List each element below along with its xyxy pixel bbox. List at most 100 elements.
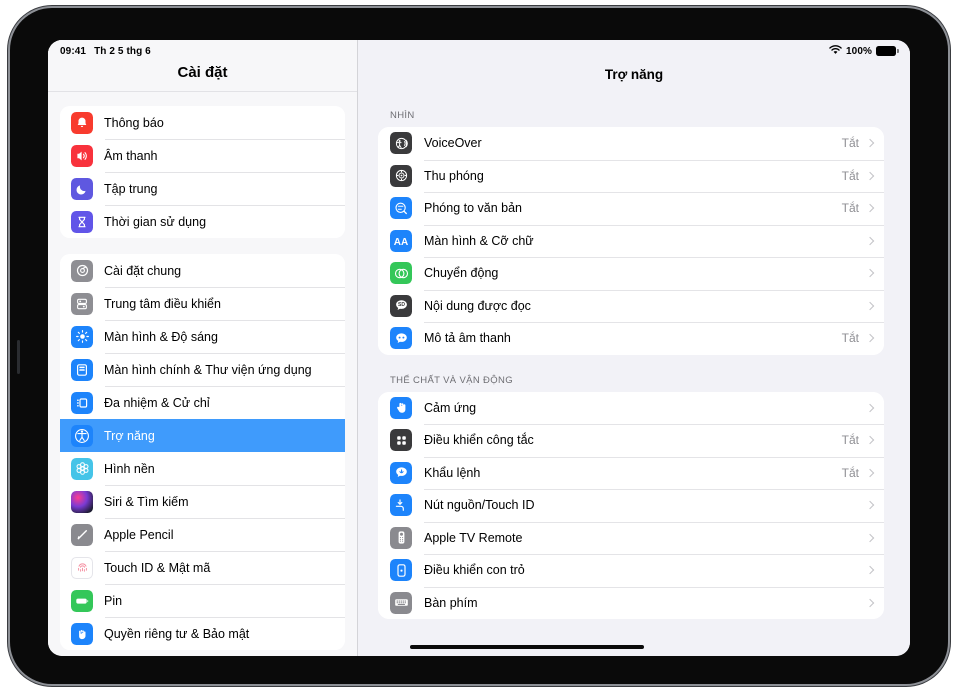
sidebar-item-apple-pencil[interactable]: Apple Pencil [60, 518, 345, 551]
row-accessory [859, 501, 875, 510]
general-gear-icon [71, 259, 93, 282]
pointer-control-icon [390, 559, 412, 582]
sidebar-item-siri-search[interactable]: Siri & Tìm kiếm [60, 485, 345, 518]
sidebar-item-label: Màn hình & Độ sáng [104, 329, 218, 344]
section-header-physical-motor: THỂ CHẤT VÀ VẬN ĐỘNG [390, 374, 513, 386]
voiceover-icon [390, 132, 412, 155]
row-accessory: Tắt [841, 168, 875, 183]
notifications-bell-icon [71, 111, 93, 134]
sidebar-item-screen-time[interactable]: Thời gian sử dụng [60, 205, 345, 238]
chevron-right-icon [865, 301, 875, 310]
battery-icon [71, 589, 93, 612]
row-accessory [859, 269, 875, 278]
chevron-right-icon [865, 139, 875, 148]
chevron-right-icon [865, 501, 875, 510]
row-label: Điều khiển công tắc [424, 433, 534, 448]
battery-percent-label: 100% [846, 45, 872, 57]
keyboard-icon [390, 591, 412, 614]
row-accessory [859, 403, 875, 412]
display-brightness-sun-icon [71, 325, 93, 348]
accessibility-icon [71, 424, 93, 447]
sidebar-item-label: Tập trung [104, 181, 158, 196]
touch-hand-icon [390, 396, 412, 419]
row-magnifier[interactable]: Phóng to văn bản Tắt [378, 192, 884, 225]
sidebar-item-focus[interactable]: Tập trung [60, 172, 345, 205]
sidebar-item-control-center[interactable]: Trung tâm điều khiển [60, 287, 345, 320]
row-value: Tắt [841, 168, 859, 183]
sidebar-group-2: Cài đặt chung Trung tâm điều khiển Màn h… [60, 254, 345, 650]
row-pointer-control[interactable]: Điều khiển con trỏ [378, 554, 884, 587]
motion-contrast-circles-icon [390, 262, 412, 285]
row-value: Tắt [841, 331, 859, 346]
sidebar-item-label: Pin [104, 593, 123, 608]
row-spoken-content[interactable]: SD Nội dung được đọc [378, 289, 884, 322]
row-voice-control[interactable]: Khẩu lệnh Tắt [378, 456, 884, 489]
magnifier-text-icon [390, 197, 412, 220]
status-bar-time: 09:41 [60, 45, 87, 57]
sidebar-item-label: Siri & Tìm kiếm [104, 494, 189, 509]
status-bar: 09:41 Th 2 5 thg 6 100% [48, 40, 910, 62]
row-zoom[interactable]: Thu phóng Tắt [378, 159, 884, 192]
sidebar-item-label: Hình nền [104, 461, 155, 476]
sidebar-item-general[interactable]: Cài đặt chung [60, 254, 345, 287]
home-screen-app-library-icon [71, 358, 93, 381]
status-bar-date: Th 2 5 thg 6 [94, 45, 151, 57]
row-display-text-size[interactable]: AA Màn hình & Cỡ chữ [378, 224, 884, 257]
audio-description-bubble-icon [390, 327, 412, 350]
sidebar-scroll-area[interactable]: Thông báo Âm thanh Tập trung Thời gian s… [48, 92, 357, 656]
row-side-button-touch-id[interactable]: Nút nguồn/Touch ID [378, 489, 884, 522]
row-motion[interactable]: Chuyển động [378, 257, 884, 290]
row-label: Phóng to văn bản [424, 201, 522, 216]
row-keyboards[interactable]: Bàn phím [378, 586, 884, 619]
settings-sidebar: Cài đặt Thông báo Âm thanh Tập trung Thờ… [48, 40, 358, 656]
side-button[interactable] [17, 340, 20, 374]
chevron-right-icon [865, 533, 875, 542]
sidebar-item-label: Trợ năng [104, 428, 155, 443]
sidebar-item-accessibility[interactable]: Trợ năng [60, 419, 345, 452]
row-switch-control[interactable]: Điều khiển công tắc Tắt [378, 424, 884, 457]
wallpaper-flower-icon [71, 457, 93, 480]
sidebar-item-label: Cài đặt chung [104, 263, 182, 278]
voice-control-bubble-icon [390, 461, 412, 484]
row-label: Khẩu lệnh [424, 465, 481, 480]
chevron-right-icon [865, 236, 875, 245]
detail-scroll-area[interactable]: NHÌN VoiceOver Tắt Thu phóng Tắt Phóng t… [358, 92, 910, 656]
page-title: Trợ năng [604, 67, 664, 82]
home-indicator[interactable] [410, 645, 644, 649]
sidebar-item-home-screen[interactable]: Màn hình chính & Thư viện ứng dụng [60, 353, 345, 386]
sidebar-group-1: Thông báo Âm thanh Tập trung Thời gian s… [60, 106, 345, 238]
display-text-size-aa-icon: AA [390, 229, 412, 252]
row-accessory: Tắt [841, 331, 875, 346]
sidebar-item-display-brightness[interactable]: Màn hình & Độ sáng [60, 320, 345, 353]
row-label: Apple TV Remote [424, 530, 523, 545]
sidebar-item-label: Touch ID & Mật mã [104, 560, 211, 575]
row-accessory: Tắt [842, 201, 875, 215]
ipad-screen: 09:41 Th 2 5 thg 6 100% Cài đặt Thông bá… [48, 40, 910, 656]
sidebar-item-wallpaper[interactable]: Hình nền [60, 452, 345, 485]
sidebar-item-label: Đa nhiệm & Cử chỉ [104, 395, 210, 410]
sidebar-item-multitasking[interactable]: Đa nhiệm & Cử chỉ [60, 386, 345, 419]
row-label: Màn hình & Cỡ chữ [424, 233, 534, 248]
sidebar-item-label: Thông báo [104, 115, 164, 130]
row-touch[interactable]: Cảm ứng [378, 391, 884, 424]
split-view: Cài đặt Thông báo Âm thanh Tập trung Thờ… [48, 40, 910, 656]
ipad-device-frame: 09:41 Th 2 5 thg 6 100% Cài đặt Thông bá… [10, 8, 948, 684]
row-apple-tv-remote[interactable]: Apple TV Remote [378, 521, 884, 554]
row-accessory [859, 301, 875, 310]
chevron-right-icon [865, 468, 875, 477]
sidebar-item-sounds[interactable]: Âm thanh [60, 139, 345, 172]
row-label: Nút nguồn/Touch ID [424, 498, 535, 513]
sidebar-item-privacy-security[interactable]: Quyền riêng tư & Bảo mật [60, 617, 345, 650]
row-label: Nội dung được đọc [424, 298, 531, 313]
row-accessory [859, 598, 875, 607]
battery-full-icon [876, 46, 899, 56]
sidebar-item-touch-id-passcode[interactable]: Touch ID & Mật mã [60, 551, 345, 584]
row-audio-descriptions[interactable]: Mô tả âm thanh Tắt [378, 322, 884, 355]
chevron-right-icon [865, 598, 875, 607]
sidebar-item-notifications[interactable]: Thông báo [60, 106, 345, 139]
chevron-right-icon [865, 436, 875, 445]
row-value: Tắt [841, 136, 859, 151]
row-voiceover[interactable]: VoiceOver Tắt [378, 127, 884, 160]
row-label: VoiceOver [424, 136, 482, 151]
sidebar-item-battery[interactable]: Pin [60, 584, 345, 617]
